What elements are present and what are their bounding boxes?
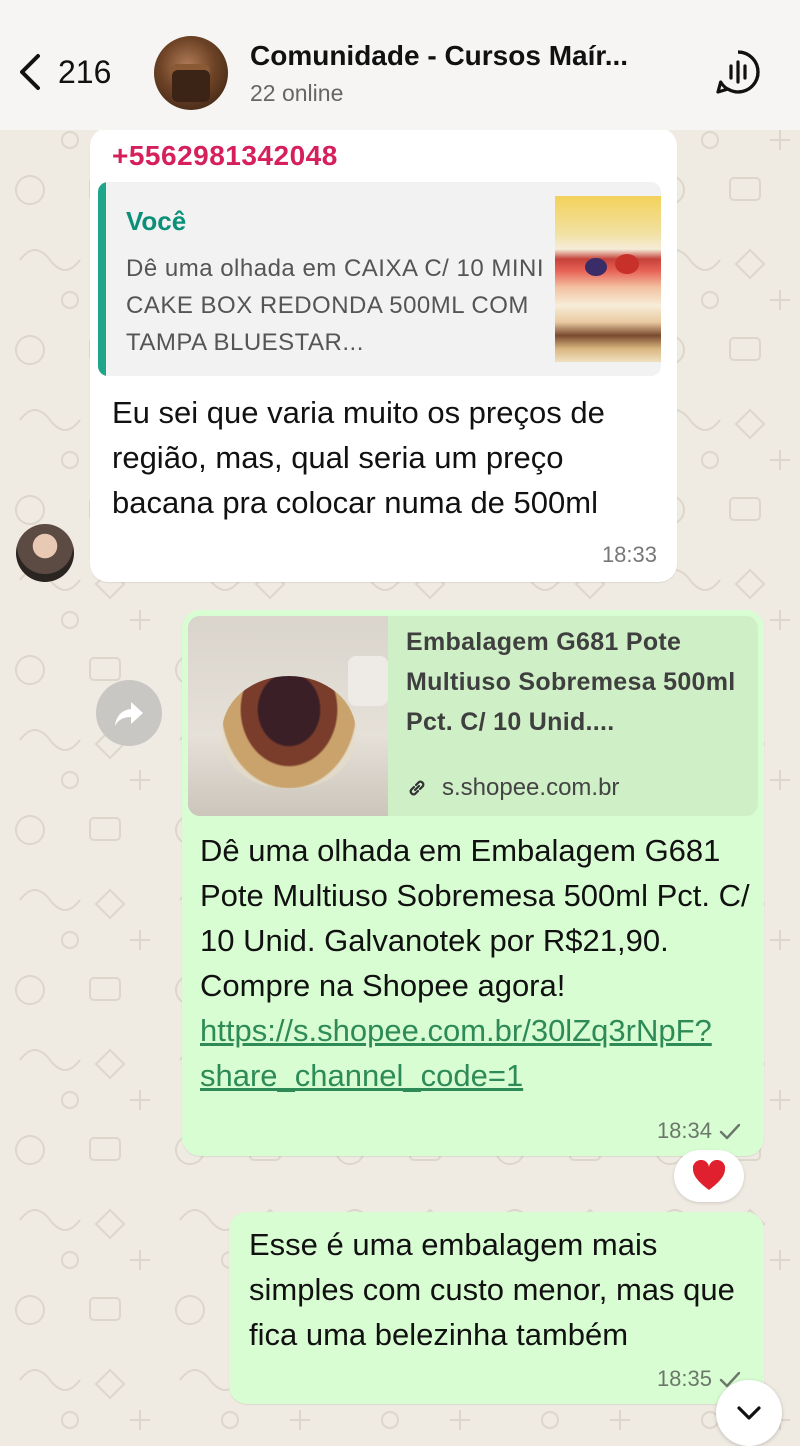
back-button[interactable]: 216 xyxy=(12,40,111,104)
chat-header: 216 Comunidade - Cursos Maír... 22 onlin… xyxy=(0,0,800,130)
quote-thumbnail xyxy=(555,196,661,362)
chat-title: Comunidade - Cursos Maír... xyxy=(250,40,629,71)
chevron-left-icon xyxy=(20,54,40,90)
check-icon xyxy=(719,1123,741,1140)
quoted-reply[interactable]: Você Dê uma olhada em CAIXA C/ 10 MINI C… xyxy=(98,182,661,376)
link-preview-title: Embalagem G681 Pote Multiuso Sobremesa 5… xyxy=(406,628,736,736)
quote-author: Você xyxy=(126,206,187,236)
group-avatar[interactable] xyxy=(154,36,228,110)
unread-count: 216 xyxy=(58,53,112,90)
forward-button[interactable] xyxy=(96,680,162,746)
chat-subtitle: 22 online xyxy=(250,80,344,106)
message-body: Dê uma olhada em Embalagem G681 Pote Mul… xyxy=(200,833,750,1003)
message-text: Esse é uma embalagem mais simples com cu… xyxy=(249,1227,735,1352)
chat-title-area[interactable]: Comunidade - Cursos Maír... 22 online xyxy=(250,40,670,107)
message-status: 18:34 xyxy=(657,1118,742,1144)
link-preview-domain-row: s.shopee.com.br xyxy=(406,774,619,802)
message-reaction[interactable] xyxy=(674,1150,744,1202)
link-icon xyxy=(409,780,425,796)
link-preview[interactable]: Embalagem G681 Pote Multiuso Sobremesa 5… xyxy=(188,616,758,816)
heart-icon xyxy=(692,1160,726,1190)
message-time: 18:33 xyxy=(601,542,657,567)
message-text: Eu sei que varia muito os preços de regi… xyxy=(112,395,605,520)
message-link[interactable]: https://s.shopee.com.br/30lZq3rNpF?share… xyxy=(200,1013,712,1093)
link-preview-image xyxy=(188,616,388,816)
sender-name[interactable]: +5562981342048 xyxy=(112,140,338,172)
outgoing-text-message[interactable]: Esse é uma embalagem mais simples com cu… xyxy=(229,1212,764,1404)
quote-accent-bar xyxy=(98,182,106,376)
outgoing-link-message[interactable]: Embalagem G681 Pote Multiuso Sobremesa 5… xyxy=(182,610,764,1156)
message-time: 18:34 xyxy=(656,1118,712,1143)
forward-arrow-icon xyxy=(115,702,143,726)
scroll-to-bottom-button[interactable] xyxy=(716,1380,782,1446)
link-preview-domain: s.shopee.com.br xyxy=(442,774,620,801)
sender-avatar[interactable] xyxy=(16,524,74,582)
message-text: Dê uma olhada em Embalagem G681 Pote Mul… xyxy=(200,828,756,1098)
quote-text: Dê uma olhada em CAIXA C/ 10 MINI CAKE B… xyxy=(126,255,545,356)
message-time: 18:35 xyxy=(656,1366,712,1391)
incoming-message[interactable]: +5562981342048 Você Dê uma olhada em CAI… xyxy=(90,128,677,582)
voice-chat-icon[interactable] xyxy=(714,48,762,96)
chevron-down-icon xyxy=(737,1406,761,1420)
